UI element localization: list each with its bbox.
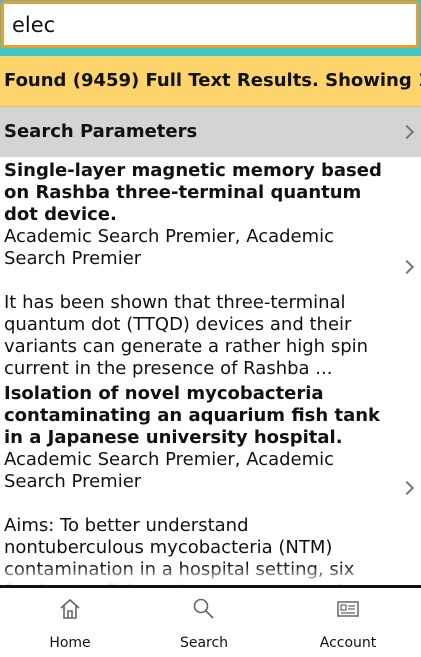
result-item[interactable]: Isolation of novel mycobacteria contamin… <box>0 380 421 585</box>
chevron-right-icon <box>399 124 415 140</box>
nav-home-label: Home <box>49 635 91 651</box>
result-title: Isolation of novel mycobacteria contamin… <box>4 383 381 448</box>
result-abstract: It has been shown that three-terminal qu… <box>4 292 369 379</box>
search-parameters-row[interactable]: Search Parameters <box>0 107 421 157</box>
search-header <box>0 0 421 56</box>
result-source: Academic Search Premier, Academic Search… <box>4 226 335 269</box>
results-list: Single-layer magnetic memory based on Ra… <box>0 157 421 585</box>
nav-search-label: Search <box>179 635 229 651</box>
nav-account-label: Account <box>319 635 377 651</box>
search-parameters-label: Search Parameters <box>4 121 198 142</box>
nav-account[interactable]: Account <box>278 588 418 657</box>
scroll-fade <box>0 565 421 585</box>
results-count-bar: Found (9459) Full Text Results. Showing … <box>0 56 421 107</box>
account-card-icon <box>337 601 359 617</box>
result-title: Single-layer magnetic memory based on Ra… <box>4 160 382 225</box>
search-icon <box>193 598 214 619</box>
nav-search[interactable]: Search <box>134 588 274 657</box>
search-input[interactable] <box>1 1 419 48</box>
bottom-nav: Home Search Account <box>0 585 421 657</box>
result-source: Academic Search Premier, Academic Search… <box>4 449 335 492</box>
nav-home[interactable]: Home <box>0 588 140 657</box>
app-screen: Found (9459) Full Text Results. Showing … <box>0 0 421 657</box>
chevron-right-icon <box>399 259 415 275</box>
results-count-text: Found (9459) Full Text Results. Showing … <box>4 70 421 91</box>
home-icon <box>60 598 80 619</box>
chevron-right-icon <box>399 480 415 496</box>
result-item[interactable]: Single-layer magnetic memory based on Ra… <box>0 157 421 380</box>
